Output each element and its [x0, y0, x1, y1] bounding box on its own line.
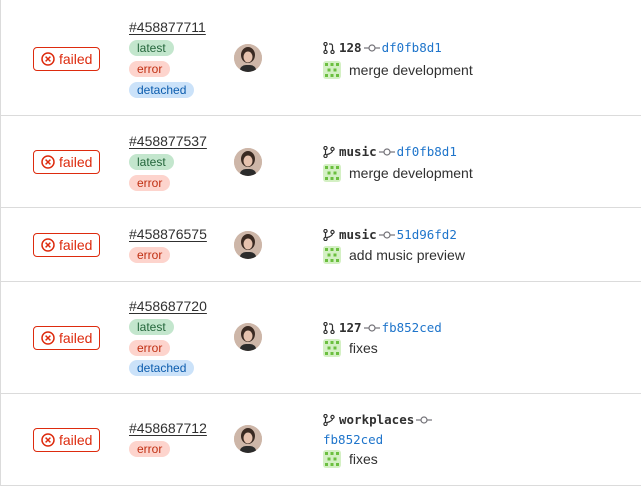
- status-badge-failed[interactable]: failed: [33, 47, 100, 71]
- status-label: failed: [59, 330, 93, 346]
- user-avatar[interactable]: [234, 148, 262, 176]
- commit-message-link[interactable]: merge development: [349, 165, 473, 181]
- merge-request-icon: [323, 41, 335, 54]
- commit-author-avatar-icon: [323, 450, 341, 468]
- commit-icon: [378, 147, 395, 156]
- row-border: [0, 394, 1, 485]
- pipeline-row: failed #458876575 error music 51d96fd2 a…: [0, 208, 641, 282]
- status-failed-icon: [41, 52, 55, 66]
- commit-icon: [378, 230, 395, 239]
- ref-info: 128 df0fb8d1: [323, 40, 442, 55]
- commit-icon: [416, 415, 433, 424]
- branch-icon: [323, 228, 335, 241]
- status-badge-failed[interactable]: failed: [33, 233, 100, 257]
- commit-author-avatar-icon: [323, 246, 341, 264]
- commit-message: merge development: [323, 164, 473, 182]
- user-avatar[interactable]: [234, 44, 262, 72]
- pipeline-row: failed #458877537 latest error music df0…: [0, 116, 641, 208]
- commit-sha-link[interactable]: fb852ced: [382, 320, 442, 335]
- commit-message-link[interactable]: add music preview: [349, 247, 465, 263]
- badge-detached: detached: [129, 360, 195, 376]
- commit-icon: [363, 43, 380, 52]
- status-label: failed: [59, 51, 93, 67]
- commit-icon: [363, 323, 380, 332]
- pipeline-row: failed #458877711 latest error detached …: [0, 0, 641, 116]
- commit-message-link[interactable]: fixes: [349, 340, 378, 356]
- badge-error: error: [129, 175, 171, 191]
- merge-request-icon: [323, 321, 335, 334]
- commit-sha-link[interactable]: df0fb8d1: [397, 144, 457, 159]
- pipeline-id-link[interactable]: #458877711: [129, 19, 206, 35]
- branch-icon: [323, 413, 335, 426]
- ref-info: workplaces: [323, 412, 434, 427]
- ref-info: music df0fb8d1: [323, 144, 457, 159]
- commit-author-avatar-icon: [323, 339, 341, 357]
- ref-name-link[interactable]: music: [339, 144, 377, 159]
- commit-message: add music preview: [323, 246, 465, 264]
- ref-info: music 51d96fd2: [323, 227, 457, 242]
- commit-message-link[interactable]: merge development: [349, 62, 473, 78]
- branch-icon: [323, 145, 335, 158]
- status-badge-failed[interactable]: failed: [33, 428, 100, 452]
- pipeline-id-link[interactable]: #458877537: [129, 133, 207, 149]
- commit-author-avatar-icon: [323, 164, 341, 182]
- badge-error: error: [129, 247, 171, 263]
- commit-sha-link[interactable]: df0fb8d1: [382, 40, 442, 55]
- status-failed-icon: [41, 238, 55, 252]
- badge-error: error: [129, 340, 171, 356]
- ref-name-link[interactable]: 128: [339, 40, 362, 55]
- status-label: failed: [59, 432, 93, 448]
- status-failed-icon: [41, 331, 55, 345]
- pipeline-row: failed #458687712 error workplaces fb852…: [0, 394, 641, 486]
- ref-name-link[interactable]: 127: [339, 320, 362, 335]
- status-badge-failed[interactable]: failed: [33, 150, 100, 174]
- commit-sha-link[interactable]: 51d96fd2: [397, 227, 457, 242]
- ref-info: 127 fb852ced: [323, 320, 442, 335]
- status-label: failed: [59, 154, 93, 170]
- badge-latest: latest: [129, 40, 174, 56]
- commit-sha-link[interactable]: fb852ced: [323, 432, 383, 447]
- user-avatar[interactable]: [234, 425, 262, 453]
- ref-name-link[interactable]: workplaces: [339, 412, 414, 427]
- pipeline-id-link[interactable]: #458687720: [129, 298, 207, 314]
- badge-latest: latest: [129, 154, 174, 170]
- status-label: failed: [59, 237, 93, 253]
- row-border: [0, 0, 1, 115]
- pipeline-id-link[interactable]: #458876575: [129, 226, 207, 242]
- status-failed-icon: [41, 433, 55, 447]
- row-border: [0, 116, 1, 207]
- user-avatar[interactable]: [234, 323, 262, 351]
- row-border: [0, 208, 1, 281]
- row-border: [0, 282, 1, 393]
- badge-error: error: [129, 61, 171, 77]
- ref-name-link[interactable]: music: [339, 227, 377, 242]
- badge-detached: detached: [129, 82, 195, 98]
- commit-message: merge development: [323, 61, 473, 79]
- commit-message: fixes: [323, 339, 378, 357]
- badge-latest: latest: [129, 319, 174, 335]
- commit-message-link[interactable]: fixes: [349, 451, 378, 467]
- pipeline-row: failed #458687720 latest error detached …: [0, 282, 641, 394]
- pipeline-id-link[interactable]: #458687712: [129, 420, 207, 436]
- status-failed-icon: [41, 155, 55, 169]
- badge-error: error: [129, 441, 171, 457]
- status-badge-failed[interactable]: failed: [33, 326, 100, 350]
- commit-message: fixes: [323, 450, 378, 468]
- user-avatar[interactable]: [234, 231, 262, 259]
- commit-author-avatar-icon: [323, 61, 341, 79]
